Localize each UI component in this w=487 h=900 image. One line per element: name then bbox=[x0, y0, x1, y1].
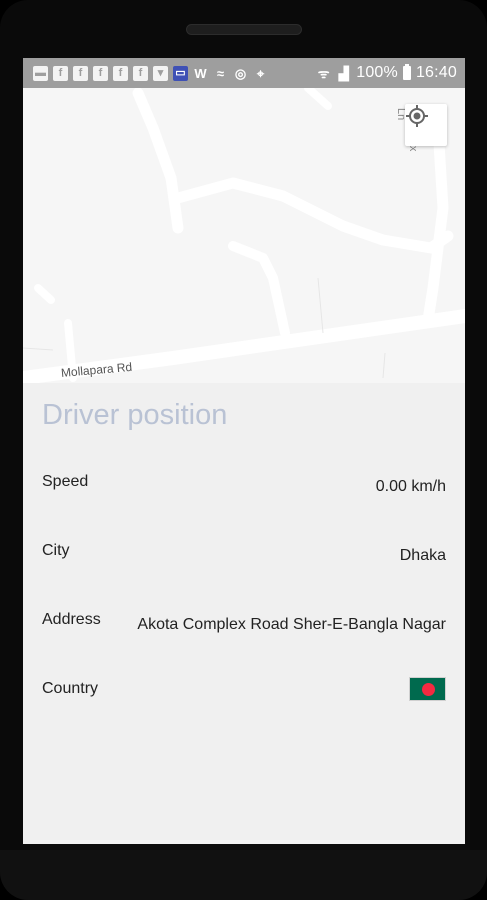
wifi-icon: ᯤ bbox=[317, 65, 330, 81]
clock: 16:40 bbox=[415, 64, 457, 81]
bottom-bezel bbox=[0, 850, 487, 900]
facebook-icon: f bbox=[53, 65, 68, 81]
info-row-country: Country bbox=[42, 677, 446, 710]
earpiece-speaker bbox=[186, 24, 302, 35]
info-row-speed: Speed 0.00 km/h bbox=[42, 473, 446, 503]
bangladesh-flag-icon bbox=[409, 677, 446, 701]
w-icon: W bbox=[194, 65, 207, 81]
speed-value: 0.00 km/h bbox=[375, 478, 446, 495]
location-icon: ⌖ bbox=[256, 65, 265, 81]
city-label: City bbox=[42, 542, 70, 559]
my-location-button[interactable] bbox=[405, 104, 447, 146]
book-icon: ▭ bbox=[173, 65, 188, 81]
country-label: Country bbox=[42, 680, 99, 697]
phone-frame: ▬ f f f f f ▾ ▭ W ≈ ◎ ⌖ ᯤ ▟ 100% 16:40 M… bbox=[0, 0, 487, 900]
facebook-icon: f bbox=[113, 65, 128, 81]
notification-icons: ▬ f f f f f ▾ ▭ W ≈ ◎ ⌖ bbox=[33, 65, 268, 81]
info-row-address: Address Akota Complex Road Sher-E-Bangla… bbox=[42, 611, 446, 641]
facebook-icon: f bbox=[133, 65, 148, 81]
screen: ▬ f f f f f ▾ ▭ W ≈ ◎ ⌖ ᯤ ▟ 100% 16:40 M… bbox=[23, 58, 465, 844]
speed-label: Speed bbox=[42, 473, 89, 490]
status-bar: ▬ f f f f f ▾ ▭ W ≈ ◎ ⌖ ᯤ ▟ 100% 16:40 bbox=[23, 58, 465, 88]
map-view[interactable]: Mollapara Rd Akota Complex Ln bbox=[23, 88, 465, 383]
flag-disc bbox=[422, 683, 435, 696]
sync-icon: ◎ bbox=[234, 65, 247, 81]
address-value: Akota Complex Road Sher-E-Bangla Nagar bbox=[137, 616, 446, 633]
facebook-icon: f bbox=[73, 65, 88, 81]
message-icon: ▬ bbox=[33, 65, 48, 81]
crosshair-icon bbox=[406, 105, 428, 127]
system-icons: ᯤ ▟ 100% 16:40 bbox=[316, 64, 457, 82]
chat-icon: ▾ bbox=[153, 65, 168, 81]
panel-title: Driver position bbox=[42, 399, 228, 431]
driver-info-panel: Driver position Speed 0.00 km/h City Dha… bbox=[23, 383, 465, 844]
info-row-city: City Dhaka bbox=[42, 542, 446, 572]
facebook-icon: f bbox=[93, 65, 108, 81]
battery-icon bbox=[402, 64, 411, 80]
nfc-icon: ≈ bbox=[216, 65, 225, 81]
city-value: Dhaka bbox=[399, 547, 446, 564]
battery-percent: 100% bbox=[356, 64, 398, 81]
signal-icon: ▟ bbox=[338, 65, 349, 81]
address-label: Address bbox=[42, 611, 101, 628]
